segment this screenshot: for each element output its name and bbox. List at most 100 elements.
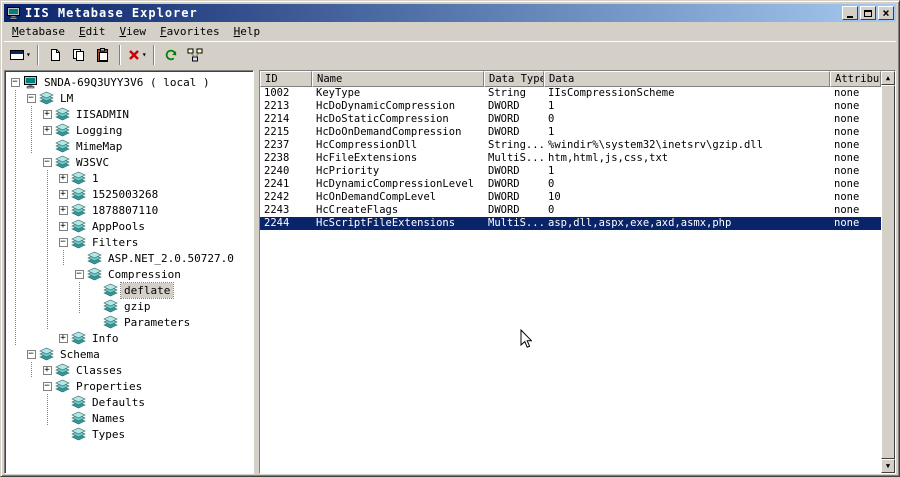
tree-node-1[interactable]: +1: [7, 170, 252, 186]
maximize-button[interactable]: [860, 6, 876, 20]
tree-node-lm[interactable]: − LM: [7, 90, 252, 106]
list-row-2240[interactable]: 2240 HcPriority DWORD 1 none: [260, 165, 881, 178]
tree-indent: [71, 298, 87, 314]
list-row-2213[interactable]: 2213 HcDoDynamicCompression DWORD 1 none: [260, 100, 881, 113]
copy-button[interactable]: [67, 44, 91, 66]
title-bar[interactable]: IIS Metabase Explorer ×: [4, 4, 896, 22]
tree-node-properties[interactable]: − Properties: [7, 378, 252, 394]
tree-node-gzip[interactable]: gzip: [7, 298, 252, 314]
tree-indent: [55, 250, 71, 266]
tree-node-classes[interactable]: + Classes: [7, 362, 252, 378]
tree-expander[interactable]: −: [23, 346, 39, 362]
key-icon: [71, 218, 89, 234]
tree-expander[interactable]: −: [39, 154, 55, 170]
tree-node-defaults[interactable]: Defaults: [7, 394, 252, 410]
tree-node-apppools[interactable]: + AppPools: [7, 218, 252, 234]
cell-id: 2238: [264, 152, 290, 164]
close-button[interactable]: ×: [878, 6, 894, 20]
tree-expander[interactable]: −: [71, 266, 87, 282]
tree-node-info[interactable]: + Info: [7, 330, 252, 346]
menu-item-edit[interactable]: Edit: [72, 23, 113, 40]
network-button[interactable]: [183, 44, 207, 66]
list-row-2238[interactable]: 2238 HcFileExtensions MultiS... htm,html,js…: [260, 152, 881, 165]
scrollbar-track[interactable]: [881, 85, 895, 459]
minimize-button[interactable]: [842, 6, 858, 20]
tree-expander[interactable]: −: [23, 90, 39, 106]
paste-button[interactable]: [91, 44, 115, 66]
list-row-2242[interactable]: 2242 HcOnDemandCompLevel DWORD 10 none: [260, 191, 881, 204]
list-row-2214[interactable]: 2214 HcDoStaticCompression DWORD 0 none: [260, 113, 881, 126]
vertical-scrollbar[interactable]: ▲ ▼: [881, 71, 895, 473]
tree-indent: [23, 138, 39, 154]
tree-node-1525003268[interactable]: +1525003268: [7, 186, 252, 202]
cell-data_type: DWORD: [488, 113, 520, 125]
scrollbar-thumb[interactable]: [881, 85, 895, 459]
key-icon: [71, 202, 89, 218]
tree-expander[interactable]: −: [39, 378, 55, 394]
tree-node-snda-69q3uyy3v6-local[interactable]: − SNDA-69Q3UYY3V6 ( local ): [7, 74, 252, 90]
menu-item-metabase[interactable]: Metabase: [5, 23, 72, 40]
list-row-2243[interactable]: 2243 HcCreateFlags DWORD 0 none: [260, 204, 881, 217]
column-header-attributes[interactable]: Attributes: [830, 71, 881, 87]
tree-indent: [39, 314, 55, 330]
tree-node-parameters[interactable]: Parameters: [7, 314, 252, 330]
expand-icon: +: [58, 332, 68, 343]
navigate-button[interactable]: ▾: [7, 44, 33, 66]
collapse-icon: −: [58, 236, 68, 247]
tree-expander[interactable]: +: [55, 330, 71, 346]
menu-item-favorites[interactable]: Favorites: [153, 23, 227, 40]
list-row-2244[interactable]: 2244 HcScriptFileExtensions MultiS... asp,d…: [260, 217, 881, 230]
column-header-data[interactable]: Data: [544, 71, 830, 87]
tree-node-filters[interactable]: − Filters: [7, 234, 252, 250]
key-icon: [39, 90, 57, 106]
list-row-2215[interactable]: 2215 HcDoOnDemandCompression DWORD 1 none: [260, 126, 881, 139]
toolbar-separator: [152, 45, 155, 65]
tree-node-iisadmin[interactable]: + IISADMIN: [7, 106, 252, 122]
tree-node-schema[interactable]: − Schema: [7, 346, 252, 362]
tree-expander[interactable]: −: [55, 234, 71, 250]
column-header-name[interactable]: Name: [312, 71, 484, 87]
new-key-button[interactable]: [43, 44, 67, 66]
tree-node-w3svc[interactable]: − W3SVC: [7, 154, 252, 170]
tree-indent: [7, 298, 23, 314]
tree-expander[interactable]: +: [39, 106, 55, 122]
collapse-icon: −: [26, 92, 36, 103]
tree-expander[interactable]: +: [55, 170, 71, 186]
tree-expander[interactable]: +: [55, 186, 71, 202]
menu-item-help[interactable]: Help: [227, 23, 268, 40]
menu-item-view[interactable]: View: [112, 23, 153, 40]
scroll-down-button[interactable]: ▼: [881, 459, 895, 473]
key-icon: [71, 330, 89, 346]
scroll-up-button[interactable]: ▲: [881, 71, 895, 85]
tree-expander[interactable]: +: [55, 202, 71, 218]
tree-node-asp-net-2-0-50727-0[interactable]: ASP.NET_2.0.50727.0: [7, 250, 252, 266]
tree-node-names[interactable]: Names: [7, 410, 252, 426]
tree-expander[interactable]: −: [7, 74, 23, 90]
cell-attributes: none: [834, 191, 860, 203]
tree-indent: [7, 122, 23, 138]
delete-button[interactable]: ▾: [125, 44, 149, 66]
refresh-button[interactable]: [159, 44, 183, 66]
tree-node-1878807110[interactable]: +1878807110: [7, 202, 252, 218]
tree-expander[interactable]: +: [39, 362, 55, 378]
column-header-data_type[interactable]: Data Type: [484, 71, 544, 87]
tree-leaf-space: [87, 282, 103, 298]
list-row-1002[interactable]: 1002 KeyType String IIsCompressionScheme non…: [260, 87, 881, 100]
tree-expander[interactable]: +: [55, 218, 71, 234]
tree-node-logging[interactable]: + Logging: [7, 122, 252, 138]
tree-node-deflate[interactable]: deflate: [7, 281, 252, 299]
cell-attributes: none: [834, 113, 860, 125]
tree-leaf-space: [87, 298, 103, 314]
column-header-id[interactable]: ID: [260, 71, 312, 87]
tree-node-compression[interactable]: − Compression: [7, 266, 252, 282]
list-row-2241[interactable]: 2241 HcDynamicCompressionLevel DWORD 0 none: [260, 178, 881, 191]
list-row-2237[interactable]: 2237 HcCompressionDll String... %windir%\sy…: [260, 139, 881, 152]
tree-node-mimemap[interactable]: MimeMap: [7, 138, 252, 154]
tree-node-types[interactable]: Types: [7, 426, 252, 442]
tree-expander[interactable]: +: [39, 122, 55, 138]
